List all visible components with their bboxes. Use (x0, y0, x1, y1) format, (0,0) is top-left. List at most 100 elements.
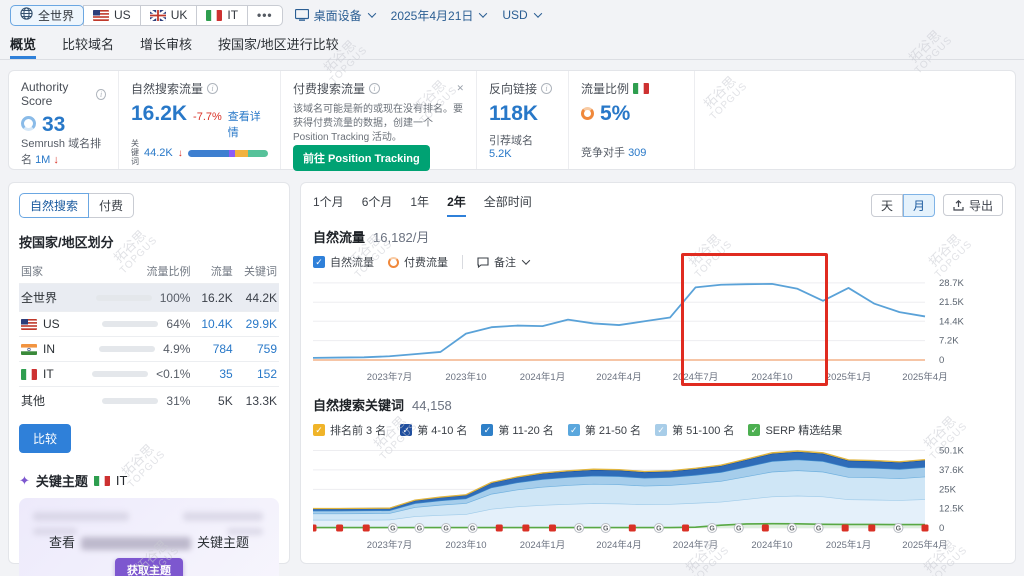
region-tab-全世界[interactable]: 全世界 (10, 5, 84, 26)
view-details-link[interactable]: 查看详情 (228, 108, 268, 140)
device-dropdown[interactable]: 桌面设备 (291, 7, 379, 24)
nav-tabs: 概览 比较域名 增长审核 按国家/地区进行比较 (0, 28, 1024, 60)
svg-text:G: G (390, 526, 396, 533)
range-tab-6个月[interactable]: 6个月 (362, 193, 393, 217)
organic-traffic-section: 自然搜索流量i 16.2K-7.7%查看详情 关 键 词 44.2K ↓ (119, 71, 281, 169)
range-tab-全部时间[interactable]: 全部时间 (484, 193, 532, 217)
svg-text:0: 0 (939, 355, 944, 366)
share-value: 64% (166, 317, 190, 331)
region-tab-uk[interactable]: UK (140, 5, 197, 26)
toggle-付费[interactable]: 付费 (89, 193, 134, 218)
granularity-天[interactable]: 天 (871, 194, 903, 217)
table-row[interactable]: 全世界100%16.2K44.2K (19, 284, 279, 312)
us-flag-icon (93, 10, 109, 21)
keywords-value: 152 (235, 362, 279, 387)
close-icon[interactable]: ✕ (456, 83, 464, 94)
export-button[interactable]: 导出 (943, 194, 1003, 216)
competitors-value[interactable]: 309 (628, 147, 646, 159)
toggle-自然搜索[interactable]: 自然搜索 (19, 193, 89, 218)
region-tab-it[interactable]: IT (196, 5, 247, 26)
table-row[interactable]: US64%10.4K29.9K (19, 312, 279, 337)
country-name: 其他 (21, 392, 68, 409)
info-icon[interactable]: i (541, 83, 552, 94)
legend-item[interactable]: ✓排名前 3 名 (313, 422, 386, 438)
traffic-share-section: 流量比例 5% 竞争对手 309 (569, 71, 695, 169)
legend-label: 第 4-10 名 (417, 422, 467, 438)
organic-chart-title: 自然流量 16,182/月 (313, 227, 1003, 246)
share-bar-track (102, 398, 158, 404)
svg-text:2023年10: 2023年10 (445, 371, 486, 383)
share-value: 4.9% (163, 342, 190, 356)
keywords-chart[interactable]: 012.5K25K37.6K50.1K2023年7月2023年102024年1月… (313, 438, 1003, 556)
share-value: <0.1% (156, 367, 190, 381)
date-dropdown[interactable]: 2025年4月21日 (387, 7, 491, 24)
share-bar-track (92, 371, 148, 377)
topics-overlay-text: 查看关键主题 (19, 532, 279, 551)
info-icon[interactable]: i (96, 89, 106, 100)
legend-item[interactable]: ✓第 11-20 名 (481, 422, 553, 438)
legend-organic-traffic[interactable]: ✓ 自然流量 (313, 254, 374, 270)
share-bar-track (102, 321, 158, 327)
table-row[interactable]: IT<0.1%35152 (19, 362, 279, 387)
legend-item[interactable]: ✓SERP 精选结果 (748, 422, 842, 438)
compare-button[interactable]: 比较 (19, 424, 71, 453)
notes-dropdown[interactable]: 备注 (477, 254, 529, 270)
domain-rank-label: Semrush 域名排名 (21, 138, 101, 166)
nav-tab-增长审核[interactable]: 增长审核 (140, 34, 192, 59)
keywords-subtitle: 44,158 (412, 398, 452, 413)
svg-text:0: 0 (939, 523, 944, 534)
legend-item[interactable]: ✓第 51-100 名 (655, 422, 734, 438)
share-cell: 64% (70, 312, 192, 337)
italy-flag-icon (94, 475, 110, 486)
info-icon[interactable]: i (369, 83, 380, 94)
legend-item[interactable]: ✓第 21-50 名 (568, 422, 641, 438)
chevron-down-icon (367, 9, 375, 17)
organic-traffic-chart[interactable]: 07.2K14.4K21.5K28.7K2023年7月2023年102024年1… (313, 270, 1003, 388)
svg-text:2025年4月: 2025年4月 (902, 539, 947, 551)
share-wrap: 4.9% (72, 342, 190, 356)
ref-domains-label: 引荐域名 (489, 135, 533, 147)
down-arrow-icon: ↓ (53, 154, 59, 166)
uk-flag-icon (150, 10, 166, 21)
keywords-count[interactable]: 44.2K (144, 147, 173, 159)
col-country: 国家 (19, 259, 70, 284)
organic-traffic-title: 自然搜索流量 (131, 80, 203, 97)
legend-paid-traffic[interactable]: 付费流量 (388, 254, 448, 270)
kw-bar-segment (188, 150, 230, 157)
checkbox-checked-icon: ✓ (313, 424, 325, 436)
checkbox-checked-icon: ✓ (313, 256, 325, 268)
main-area: 自然搜索付费 按国家/地区划分 国家 流量比例 流量 关键词 全世界100%16… (8, 182, 1016, 564)
currency-dropdown[interactable]: USD (498, 8, 544, 22)
svg-text:12.5K: 12.5K (939, 504, 964, 515)
topbar: 全世界USUKIT••• 桌面设备 2025年4月21日 USD (0, 0, 1024, 28)
backlinks-section: 反向链接i 118K 引荐域名 5.2K (477, 71, 569, 169)
info-icon[interactable]: i (207, 83, 218, 94)
range-tab-1个月[interactable]: 1个月 (313, 193, 344, 217)
table-row[interactable]: IN4.9%784759 (19, 337, 279, 362)
granularity-月[interactable]: 月 (903, 194, 935, 217)
kw-bar-segment (235, 150, 248, 157)
down-arrow-icon: ↓ (178, 148, 183, 159)
export-icon (953, 200, 964, 211)
col-keywords: 关键词 (235, 259, 279, 284)
nav-tab-比较域名[interactable]: 比较域名 (62, 34, 114, 59)
nav-tab-按国家/地区进行比较[interactable]: 按国家/地区进行比较 (218, 34, 339, 59)
range-tab-2年[interactable]: 2年 (447, 193, 466, 217)
nav-tab-概览[interactable]: 概览 (10, 34, 36, 59)
topics-heading: ✦ 关键主题 IT (19, 471, 279, 490)
get-topics-button[interactable]: 获取主题 (115, 558, 183, 576)
more-regions-button[interactable]: ••• (247, 5, 283, 26)
device-label: 桌面设备 (314, 7, 362, 24)
backlinks-title: 反向链接 (489, 80, 537, 97)
share-cell: 31% (70, 387, 192, 415)
table-row[interactable]: 其他31%5K13.3K (19, 387, 279, 415)
ref-domains-value[interactable]: 5.2K (489, 148, 512, 160)
position-tracking-button[interactable]: 前往 Position Tracking (293, 145, 430, 171)
range-tab-1年[interactable]: 1年 (410, 193, 429, 217)
domain-rank-value[interactable]: 1M (35, 154, 50, 166)
legend-item[interactable]: ✓第 4-10 名 (400, 422, 467, 438)
chart-controls: 1个月 6个月 1年 2年全部时间 天月 导出 (313, 193, 1003, 217)
svg-text:2024年1月: 2024年1月 (520, 371, 565, 383)
globe-icon (20, 7, 33, 23)
region-tab-us[interactable]: US (83, 5, 140, 26)
